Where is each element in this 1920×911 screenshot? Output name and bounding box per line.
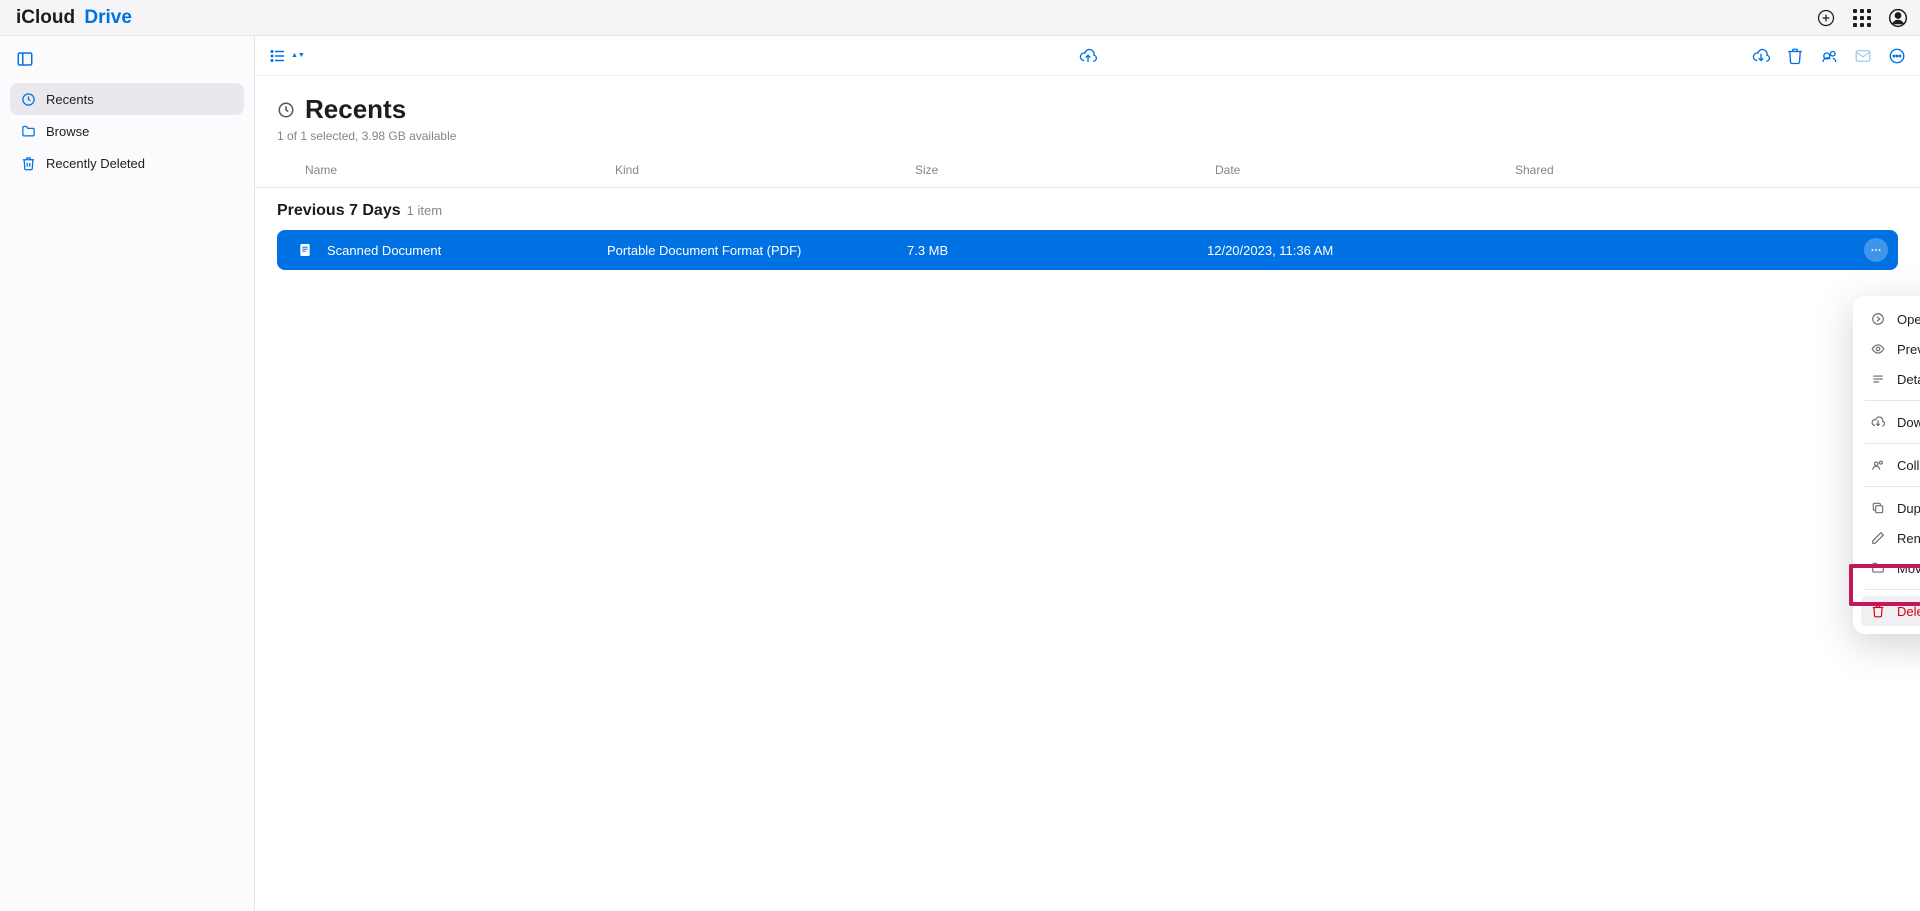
folder-icon: [20, 124, 36, 139]
download-cloud-icon[interactable]: [1752, 47, 1770, 65]
ctx-move[interactable]: Move to Folder…: [1861, 553, 1920, 583]
ctx-collaborate[interactable]: Collaborate with Others…: [1861, 450, 1920, 480]
ctx-label: Open: [1897, 312, 1920, 327]
col-header-date[interactable]: Date: [1215, 163, 1515, 177]
collaborate-icon: [1871, 458, 1887, 472]
rename-icon: [1871, 531, 1887, 545]
clock-icon: [20, 92, 36, 107]
ctx-download[interactable]: Download a Copy…: [1861, 407, 1920, 437]
clock-icon: [277, 101, 295, 119]
ctx-preview[interactable]: Preview: [1861, 334, 1920, 364]
duplicate-icon: [1871, 501, 1887, 515]
sidebar-item-recents[interactable]: Recents: [10, 83, 244, 115]
open-icon: [1871, 312, 1887, 326]
sidebar-item-label: Browse: [46, 124, 89, 139]
account-icon[interactable]: [1888, 8, 1908, 28]
file-size: 7.3 MB: [907, 243, 1207, 258]
ctx-separator: [1865, 400, 1920, 401]
upload-cloud-icon-center[interactable]: [1079, 47, 1097, 65]
row-more-icon[interactable]: [1864, 238, 1888, 262]
delete-icon[interactable]: [1786, 47, 1804, 65]
ctx-label: Rename: [1897, 531, 1920, 546]
sidebar: Recents Browse Recently Deleted: [0, 36, 255, 911]
toggle-sidebar-icon[interactable]: [16, 50, 244, 73]
ctx-separator: [1865, 486, 1920, 487]
page-subtitle: 1 of 1 selected, 3.98 GB available: [277, 129, 1898, 143]
sort-arrows-icon: ▲▼: [291, 53, 305, 59]
content-toolbar: ▲▼: [255, 36, 1920, 76]
col-header-kind[interactable]: Kind: [615, 163, 915, 177]
page-header: Recents 1 of 1 selected, 3.98 GB availab…: [255, 76, 1920, 153]
ctx-label: Preview: [1897, 342, 1920, 357]
section-title: Previous 7 Days: [277, 202, 401, 220]
more-icon[interactable]: [1888, 47, 1906, 65]
trash-icon: [1871, 604, 1887, 618]
content-area: ▲▼: [255, 36, 1920, 911]
ctx-label: Details: [1897, 372, 1920, 387]
page-title: Recents: [305, 94, 406, 125]
download-icon: [1871, 415, 1887, 429]
col-header-name[interactable]: Name: [305, 163, 615, 177]
ctx-label: Delete Selected: [1897, 604, 1920, 619]
brand-drive: Drive: [84, 7, 132, 29]
ctx-open[interactable]: Open: [1861, 304, 1920, 334]
section-header: Previous 7 Days 1 item: [255, 188, 1920, 230]
ctx-label: Collaborate with Others…: [1897, 458, 1920, 473]
col-header-size[interactable]: Size: [915, 163, 1215, 177]
ctx-details[interactable]: Details: [1861, 364, 1920, 394]
details-icon: [1871, 372, 1887, 386]
section-count: 1 item: [407, 203, 442, 218]
share-icon[interactable]: [1820, 47, 1838, 65]
ctx-delete[interactable]: Delete Selected: [1861, 596, 1920, 626]
sidebar-item-label: Recently Deleted: [46, 156, 145, 171]
sidebar-item-label: Recents: [46, 92, 94, 107]
mail-icon[interactable]: [1854, 47, 1872, 65]
list-view-icon[interactable]: ▲▼: [269, 47, 305, 65]
sidebar-item-recently-deleted[interactable]: Recently Deleted: [10, 147, 244, 179]
ctx-label: Move to Folder…: [1897, 561, 1920, 576]
app-logo[interactable]: iCloud Drive: [12, 7, 132, 29]
app-header: iCloud Drive: [0, 0, 1920, 36]
eye-icon: [1871, 342, 1887, 356]
ctx-label: Duplicate: [1897, 501, 1920, 516]
add-icon[interactable]: [1816, 8, 1836, 28]
file-type-icon: [297, 242, 317, 258]
brand-icloud: iCloud: [16, 7, 75, 29]
ctx-separator: [1865, 589, 1920, 590]
file-kind: Portable Document Format (PDF): [607, 243, 907, 258]
ctx-label: Download a Copy…: [1897, 415, 1920, 430]
table-header: Name Kind Size Date Shared: [255, 153, 1920, 188]
col-header-shared[interactable]: Shared: [1515, 163, 1898, 177]
ctx-duplicate[interactable]: Duplicate: [1861, 493, 1920, 523]
file-date: 12/20/2023, 11:36 AM: [1207, 243, 1507, 258]
trash-icon: [20, 156, 36, 171]
move-icon: [1871, 561, 1887, 575]
file-name: Scanned Document: [327, 243, 441, 258]
ctx-rename[interactable]: Rename: [1861, 523, 1920, 553]
context-menu: Open Preview Details Download a Copy… Co…: [1853, 296, 1920, 634]
apps-grid-icon[interactable]: [1852, 8, 1872, 28]
ctx-separator: [1865, 443, 1920, 444]
file-row-selected[interactable]: Scanned Document Portable Document Forma…: [277, 230, 1898, 270]
sidebar-item-browse[interactable]: Browse: [10, 115, 244, 147]
